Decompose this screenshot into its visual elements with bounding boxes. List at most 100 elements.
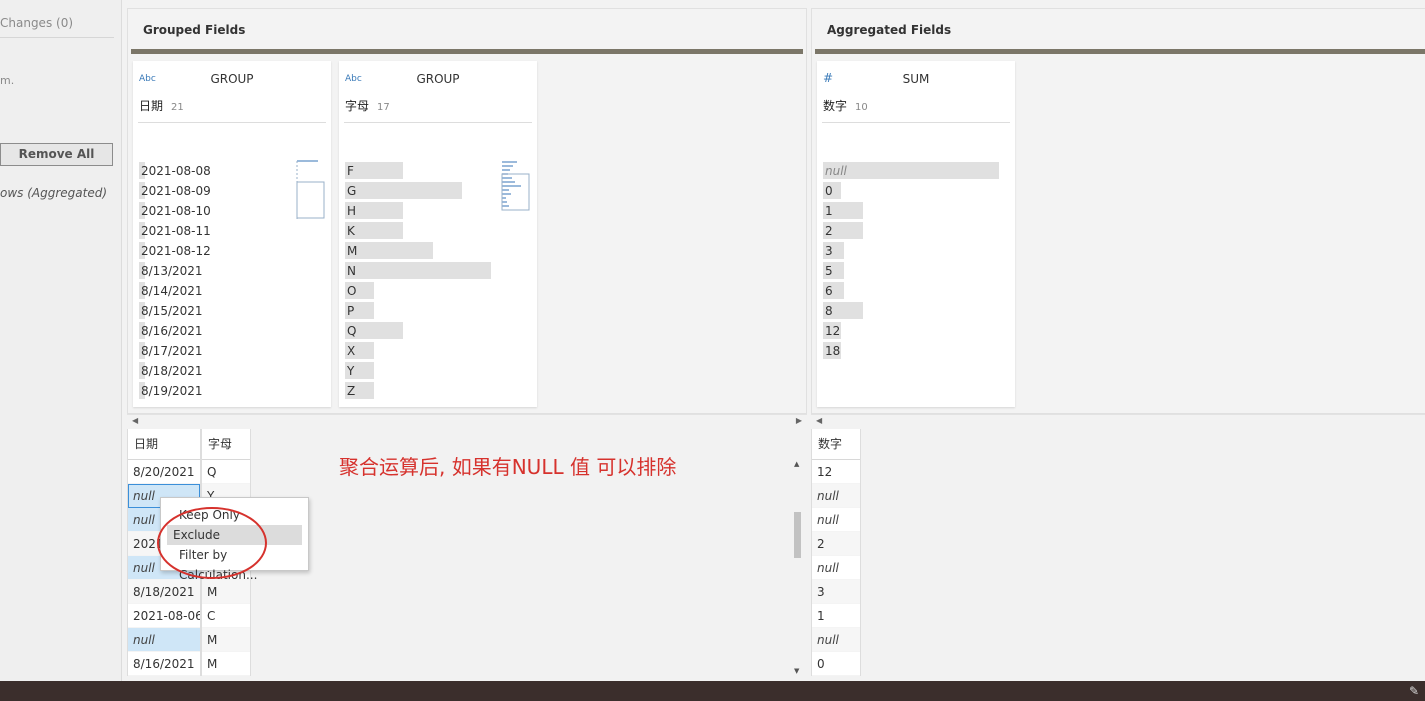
value-label: 8/15/2021 xyxy=(141,304,203,318)
value-label: X xyxy=(347,344,356,358)
grouped-horizontal-scrollbar[interactable]: ◀ ▶ xyxy=(127,414,807,428)
table-cell[interactable]: null xyxy=(812,628,860,652)
value-bar xyxy=(823,162,999,179)
field-card-number[interactable]: # SUM 数字 10 null 0 1 2 3 5 6 8 12 18 xyxy=(817,61,1015,407)
taskbar: ✎ xyxy=(0,681,1425,701)
value-bar xyxy=(345,182,462,199)
table-cell[interactable]: Q xyxy=(202,460,250,484)
aggregated-horizontal-scrollbar[interactable]: ◀ xyxy=(811,414,1425,428)
value-item[interactable]: 2021-08-11 xyxy=(139,221,325,241)
field-card-letter[interactable]: Abc GROUP 字母 17 FGHKMNOPQXYZ xyxy=(339,61,537,407)
divider xyxy=(138,122,326,123)
scroll-down-icon[interactable]: ▼ xyxy=(794,667,799,675)
aggregation-label[interactable]: GROUP xyxy=(339,72,537,86)
table-cell[interactable]: null xyxy=(812,484,860,508)
table-cell[interactable]: 12 xyxy=(812,460,860,484)
grouped-fields-panel: Grouped Fields Abc GROUP 日期 21 2021-08-08… xyxy=(127,8,807,414)
grouped-fields-drop-bar xyxy=(131,49,803,54)
table-cell[interactable]: 2021-08-06 xyxy=(128,604,200,628)
scroll-right-icon[interactable]: ▶ xyxy=(796,416,802,425)
value-item[interactable]: 8 xyxy=(823,301,1009,321)
scroll-left-icon[interactable]: ◀ xyxy=(816,416,822,425)
aggregation-label[interactable]: SUM xyxy=(817,72,1015,86)
value-item[interactable]: 0 xyxy=(823,181,1009,201)
scroll-thumb[interactable] xyxy=(794,512,801,558)
value-label: 8/19/2021 xyxy=(141,384,203,398)
column-header[interactable]: 数字 xyxy=(812,429,860,460)
value-item[interactable]: M xyxy=(345,241,531,261)
value-item[interactable]: 2021-08-12 xyxy=(139,241,325,261)
value-item[interactable]: X xyxy=(345,341,531,361)
aggregated-fields-drop-bar xyxy=(815,49,1425,54)
scroll-left-icon[interactable]: ◀ xyxy=(132,416,138,425)
value-item[interactable]: 8/14/2021 xyxy=(139,281,325,301)
value-item[interactable]: 8/16/2021 xyxy=(139,321,325,341)
value-label: Z xyxy=(347,384,356,398)
value-item[interactable]: 18 xyxy=(823,341,1009,361)
value-item[interactable]: K xyxy=(345,221,531,241)
value-item[interactable]: null xyxy=(823,161,1009,181)
value-item[interactable]: Y xyxy=(345,361,531,381)
table-cell[interactable]: null xyxy=(812,508,860,532)
value-item[interactable]: 2 xyxy=(823,221,1009,241)
value-item[interactable]: Z xyxy=(345,381,531,401)
value-label: null xyxy=(825,164,847,178)
value-bar xyxy=(345,242,433,259)
table-cell[interactable]: 8/16/2021 xyxy=(128,652,200,676)
value-item[interactable]: 8/18/2021 xyxy=(139,361,325,381)
value-item[interactable]: 2021-08-08 xyxy=(139,161,325,181)
table-cell[interactable]: null xyxy=(812,556,860,580)
value-label: 8/13/2021 xyxy=(141,264,203,278)
table-cell[interactable]: 8/20/2021 xyxy=(128,460,200,484)
value-item[interactable]: 2021-08-09 xyxy=(139,181,325,201)
value-label: 12 xyxy=(825,324,841,338)
value-item[interactable]: G xyxy=(345,181,531,201)
value-label: 18 xyxy=(825,344,841,358)
value-rows-date: 2021-08-08 2021-08-09 2021-08-10 2021-08-11… xyxy=(139,161,325,401)
column-header[interactable]: 字母 xyxy=(202,429,250,460)
value-item[interactable]: 8/17/2021 xyxy=(139,341,325,361)
pen-icon[interactable]: ✎ xyxy=(1409,684,1419,698)
value-rows-letter: FGHKMNOPQXYZ xyxy=(345,161,531,401)
table-cell[interactable]: 3 xyxy=(812,580,860,604)
value-item[interactable]: N xyxy=(345,261,531,281)
value-item[interactable]: 5 xyxy=(823,261,1009,281)
value-item[interactable]: P xyxy=(345,301,531,321)
value-item[interactable]: O xyxy=(345,281,531,301)
value-label: 8/14/2021 xyxy=(141,284,203,298)
column-header[interactable]: 日期 xyxy=(128,429,200,460)
aggregated-fields-title: Aggregated Fields xyxy=(827,23,952,37)
field-count: 17 xyxy=(377,102,390,113)
value-item[interactable]: 8/19/2021 xyxy=(139,381,325,401)
divider xyxy=(822,122,1010,123)
value-item[interactable]: 6 xyxy=(823,281,1009,301)
field-card-date[interactable]: Abc GROUP 日期 21 2021-08-08 2021-08-09 2021-… xyxy=(133,61,331,407)
table-cell[interactable]: null xyxy=(128,628,200,652)
remove-all-button[interactable]: Remove All xyxy=(0,143,113,166)
value-label: 8/17/2021 xyxy=(141,344,203,358)
value-label: P xyxy=(347,304,355,318)
grid-vertical-scrollbar[interactable]: ▲ ▼ xyxy=(790,460,804,682)
value-item[interactable]: 3 xyxy=(823,241,1009,261)
value-item[interactable]: 1 xyxy=(823,201,1009,221)
table-cell[interactable]: M xyxy=(202,628,250,652)
table-cell[interactable]: 1 xyxy=(812,604,860,628)
value-item[interactable]: 8/15/2021 xyxy=(139,301,325,321)
value-list: FGHKMNOPQXYZ xyxy=(345,161,531,401)
table-cell[interactable]: M xyxy=(202,652,250,676)
field-count: 10 xyxy=(855,102,868,113)
value-item[interactable]: H xyxy=(345,201,531,221)
value-list: null 0 1 2 3 5 6 8 12 18 xyxy=(823,161,1009,361)
table-cell[interactable]: C xyxy=(202,604,250,628)
aggregation-label[interactable]: GROUP xyxy=(133,72,331,86)
value-label: F xyxy=(347,164,354,178)
table-cell[interactable]: 2 xyxy=(812,532,860,556)
value-item[interactable]: 12 xyxy=(823,321,1009,341)
scroll-up-icon[interactable]: ▲ xyxy=(794,460,799,468)
value-item[interactable]: Q xyxy=(345,321,531,341)
value-item[interactable]: 8/13/2021 xyxy=(139,261,325,281)
table-cell[interactable]: 0 xyxy=(812,652,860,676)
changes-label[interactable]: Changes (0) xyxy=(0,16,73,30)
value-item[interactable]: 2021-08-10 xyxy=(139,201,325,221)
value-item[interactable]: F xyxy=(345,161,531,181)
